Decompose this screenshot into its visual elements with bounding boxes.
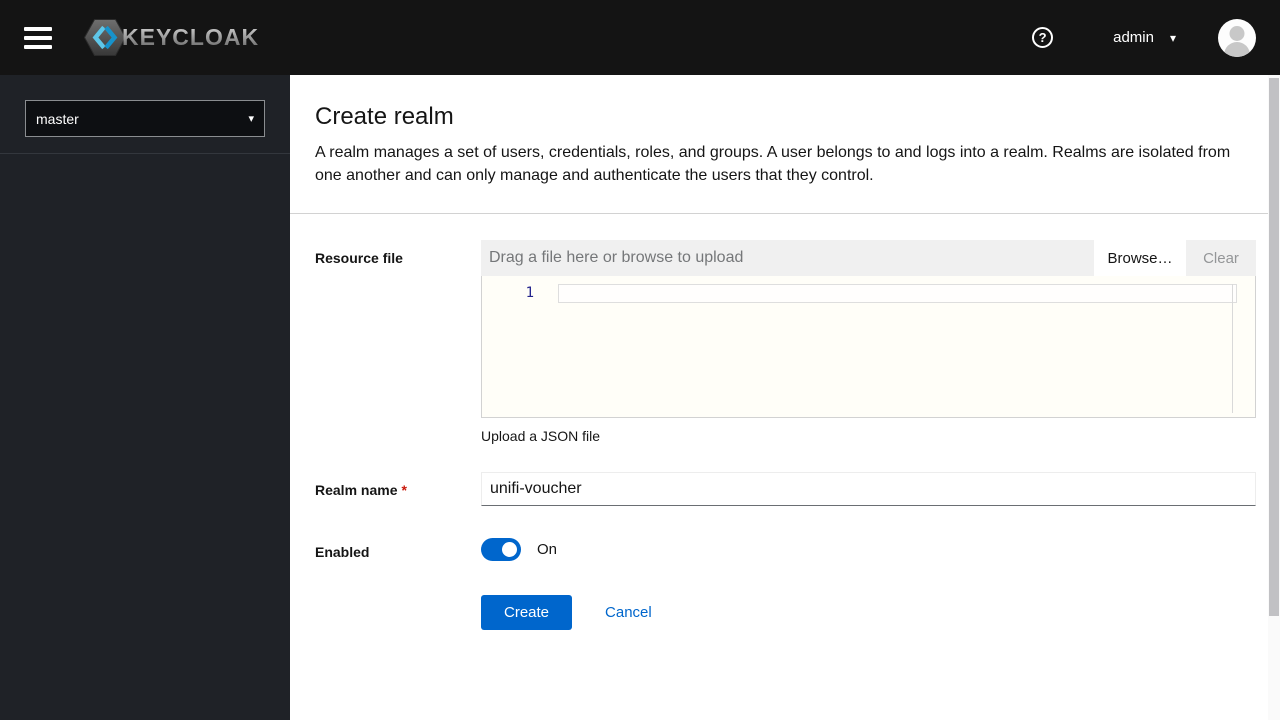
form-actions: Create Cancel [315,595,1256,630]
file-drop-zone[interactable]: Drag a file here or browse to upload [481,240,1094,276]
page-header: Create realm A realm manages a set of us… [290,75,1280,214]
create-realm-form: Resource file Drag a file here or browse… [290,214,1280,630]
brand-wordmark: KEYCLOAK [122,24,260,50]
actions-spacer [315,608,481,618]
user-menu-dropdown[interactable]: admin ▾ [1113,29,1176,46]
toggle-state-label: On [537,541,558,558]
username-label: admin [1113,29,1154,46]
realm-name-label-text: Realm name [315,482,398,498]
cancel-link[interactable]: Cancel [605,604,652,621]
sidebar-divider [0,153,290,154]
hamburger-bar [24,44,52,49]
page-scrollbar[interactable] [1268,75,1280,720]
chevron-down-icon: ▾ [248,113,254,125]
main-content: Create realm A realm manages a set of us… [290,75,1280,720]
resource-file-row: Resource file Drag a file here or browse… [315,240,1256,444]
avatar-head [1229,25,1245,41]
current-realm-label: master [36,110,79,127]
realm-selector-dropdown[interactable]: master ▾ [25,100,265,137]
help-icon[interactable]: ? [1032,27,1054,48]
hamburger-menu-icon[interactable] [16,18,60,58]
file-upload-bar: Drag a file here or browse to upload Bro… [481,240,1256,276]
page-description: A realm manages a set of users, credenti… [315,144,1231,184]
hamburger-bar [24,35,52,40]
avatar-body [1224,41,1250,57]
keycloak-logo[interactable]: KEYCLOAK [84,19,259,56]
editor-line: 1 [482,276,1255,303]
enabled-control: On [481,534,1256,561]
line-number: 1 [525,285,534,301]
sidebar: master ▾ [0,75,290,720]
enabled-label: Enabled [315,544,370,560]
required-asterisk: * [401,482,407,498]
keycloak-hexagon-icon [84,19,126,56]
enabled-toggle[interactable] [481,538,521,561]
create-button[interactable]: Create [481,595,573,630]
realm-name-row: Realm name * [315,472,1256,506]
editor-empty-line[interactable] [558,284,1237,303]
enabled-switch-wrap: On [481,534,1256,561]
realm-name-control [481,472,1256,506]
clear-button[interactable]: Clear [1186,240,1256,276]
hamburger-bar [24,26,52,31]
realm-name-label: Realm name * [315,472,481,506]
chevron-down-icon: ▾ [1169,30,1176,45]
scrollbar-thumb[interactable] [1269,78,1279,616]
resource-file-label: Resource file [315,250,403,266]
masthead-utilities: ? admin ▾ [1032,18,1256,57]
editor-scrollbar-track [1232,284,1233,413]
upload-helper-text: Upload a JSON file [481,428,601,444]
realm-name-input[interactable] [481,472,1256,506]
toggle-knob [502,542,517,557]
enabled-row: Enabled On [315,534,1256,561]
masthead: KEYCLOAK ? admin ▾ [0,0,1280,75]
avatar[interactable] [1218,18,1256,57]
page-title: Create realm [315,103,454,130]
resource-file-control: Drag a file here or browse to upload Bro… [481,240,1256,444]
browse-button[interactable]: Browse… [1094,240,1186,276]
actions-control: Create Cancel [481,595,1256,630]
json-code-editor[interactable]: 1 [481,276,1256,418]
